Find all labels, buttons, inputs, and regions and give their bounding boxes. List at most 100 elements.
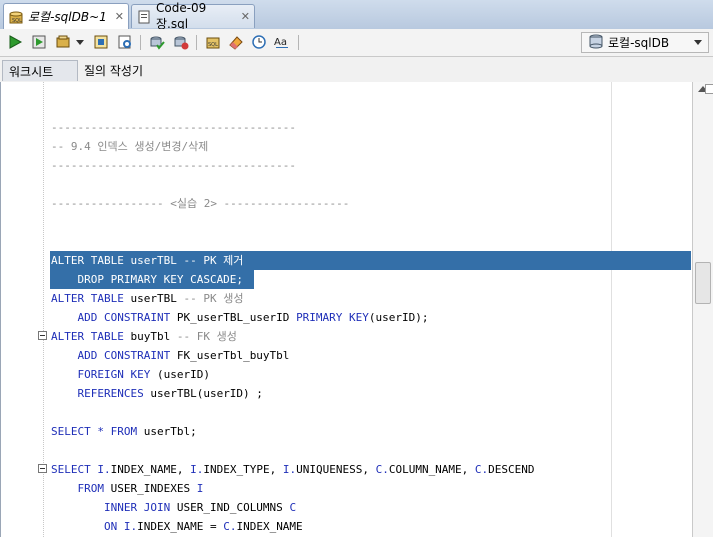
tab-label: 로컬-sqlDB~1 <box>28 10 107 24</box>
tab-query-builder[interactable]: 질의 작성기 <box>78 60 149 81</box>
sql-worksheet-icon: SQL <box>8 9 24 25</box>
rollback-icon[interactable] <box>173 34 189 50</box>
comment-text: ----------------- <실습 2> ---------------… <box>51 197 350 210</box>
editor-tab-bar: SQL 로컬-sqlDB~1 ✕ Code-09장.sql ✕ <box>0 0 713 31</box>
sql-file-icon <box>136 9 152 25</box>
keyword: ADD CONSTRAINT <box>51 349 171 362</box>
chevron-down-icon[interactable] <box>694 40 702 45</box>
comment-text: ------------------------------------- <box>51 121 297 134</box>
code-text: INDEX_NAME = <box>137 520 224 533</box>
code-line: ----------------- <실습 2> ---------------… <box>1 194 692 213</box>
comment-text: -- FK 생성 <box>176 330 237 343</box>
keyword: ALTER TABLE <box>51 292 124 305</box>
sql-history-icon[interactable] <box>251 34 267 50</box>
alias: C. <box>375 463 389 476</box>
sql-tuning-icon[interactable] <box>117 34 133 50</box>
scrollbar-thumb[interactable] <box>695 262 711 304</box>
worksheet-toolbar: SQL Aa 로컬-sqlDB <box>0 29 713 57</box>
code-text: UNIQUENESS, <box>296 463 376 476</box>
alias: I. <box>90 463 111 476</box>
alias: C. <box>474 463 489 476</box>
keyword: ALTER TABLE <box>51 330 124 343</box>
code-line: REFERENCES userTBL(userID) ; <box>1 384 692 403</box>
editor-corner-box <box>705 84 713 94</box>
code-line-selected: ALTER TABLE userTBL -- PK 제거 <box>1 251 692 270</box>
code-line: ALTER TABLE userTBL -- PK 생성 <box>1 289 692 308</box>
code-line: INNER JOIN USER_IND_COLUMNS C <box>1 498 692 517</box>
code-line: SELECT * FROM userTbl; <box>1 422 692 441</box>
format-case-icon[interactable]: Aa <box>274 34 290 50</box>
code-line: SELECT I.INDEX_NAME, I.INDEX_TYPE, I.UNI… <box>1 460 692 479</box>
tab-label: Code-09장.sql <box>156 1 207 31</box>
connection-label: 로컬-sqlDB <box>608 36 670 50</box>
close-icon[interactable]: ✕ <box>241 10 250 23</box>
alias: I. <box>190 463 204 476</box>
svg-text:Aa: Aa <box>274 37 287 48</box>
explain-plan-icon[interactable] <box>93 34 109 50</box>
keyword: SELECT <box>51 425 91 438</box>
toolbar-divider <box>298 35 299 50</box>
keyword: ADD CONSTRAINT <box>51 311 171 324</box>
alias: I <box>196 482 204 495</box>
worksheet-subtabs: 워크시트 질의 작성기 <box>0 57 713 83</box>
tab-worksheet-label: 워크시트 <box>9 64 54 79</box>
code-text: userTBL(userID) ; <box>143 387 263 400</box>
vertical-scrollbar[interactable] <box>692 82 713 537</box>
code-text: USER_IND_COLUMNS <box>170 501 290 514</box>
code-line: ALTER TABLE buyTbl -- FK 생성 <box>1 327 692 346</box>
comment-text: ------------------------------------- <box>51 159 297 172</box>
keyword: FROM <box>51 482 104 495</box>
code-text: userTbl; <box>137 425 197 438</box>
svg-text:SQL: SQL <box>12 18 22 24</box>
keyword: REFERENCES <box>51 387 144 400</box>
code-text: (userID) <box>150 368 210 381</box>
code-line: ADD CONSTRAINT FK_userTbl_buyTbl <box>1 346 692 365</box>
code-text: COLUMN_NAME, <box>388 463 475 476</box>
fold-toggle-icon[interactable] <box>38 331 47 340</box>
code-text: PK_userTBL_userID <box>170 311 297 324</box>
connection-selector[interactable]: 로컬-sqlDB <box>581 32 709 53</box>
close-icon[interactable]: ✕ <box>115 10 124 23</box>
code-text: userTBL <box>123 292 184 305</box>
keyword: FOREIGN KEY <box>51 368 151 381</box>
keyword: * <box>90 425 111 438</box>
toolbar-divider <box>140 35 141 50</box>
code-line: FOREIGN KEY (userID) <box>1 365 692 384</box>
code-text: FK_userTbl_buyTbl <box>170 349 290 362</box>
code-line: -- 9.4 인덱스 생성/변경/삭제 <box>1 137 692 156</box>
run-statement-icon[interactable] <box>7 34 23 50</box>
code-text: INDEX_TYPE, <box>203 463 283 476</box>
comment-text: -- 9.4 인덱스 생성/변경/삭제 <box>51 140 209 153</box>
selected-code-text: DROP PRIMARY KEY CASCADE; <box>51 273 244 286</box>
keyword: ON <box>51 520 118 533</box>
selected-code-text: ALTER TABLE userTBL -- PK 제거 <box>51 254 244 267</box>
tab-worksheet[interactable]: 워크시트 <box>2 60 78 81</box>
keyword: PRIMARY KEY <box>296 311 369 324</box>
run-script-icon[interactable] <box>31 34 47 50</box>
keyword: SELECT <box>51 463 91 476</box>
alias: I. <box>282 463 297 476</box>
code-text: buyTbl <box>123 330 177 343</box>
unshared-worksheet-icon[interactable]: SQL <box>205 34 221 50</box>
code-line: ON I.INDEX_NAME = C.INDEX_NAME <box>1 517 692 536</box>
commit-icon[interactable] <box>149 34 165 50</box>
code-line: ADD CONSTRAINT PK_userTBL_userID PRIMARY… <box>1 308 692 327</box>
eraser-icon[interactable] <box>228 34 244 50</box>
tab-code-09[interactable]: Code-09장.sql ✕ <box>131 1 255 31</box>
database-icon <box>588 33 604 52</box>
autotrace-icon[interactable] <box>55 34 71 50</box>
code-text: USER_INDEXES <box>103 482 197 495</box>
alias: C <box>289 501 297 514</box>
code-text: (userID); <box>368 311 429 324</box>
tab-local-sqldb[interactable]: SQL 로컬-sqlDB~1 ✕ <box>3 3 129 29</box>
fold-toggle-icon[interactable] <box>38 464 47 473</box>
code-text: DESCEND <box>488 463 535 476</box>
alias: I. <box>117 520 138 533</box>
code-line-selected: DROP PRIMARY KEY CASCADE; <box>1 270 692 289</box>
code-line: ------------------------------------- <box>1 156 692 175</box>
chevron-down-icon[interactable] <box>75 34 85 50</box>
code-text: INDEX_NAME <box>236 520 303 533</box>
code-line: FROM USER_INDEXES I <box>1 479 692 498</box>
keyword: FROM <box>110 425 138 438</box>
sql-editor[interactable]: ------------------------------------- --… <box>0 82 692 537</box>
